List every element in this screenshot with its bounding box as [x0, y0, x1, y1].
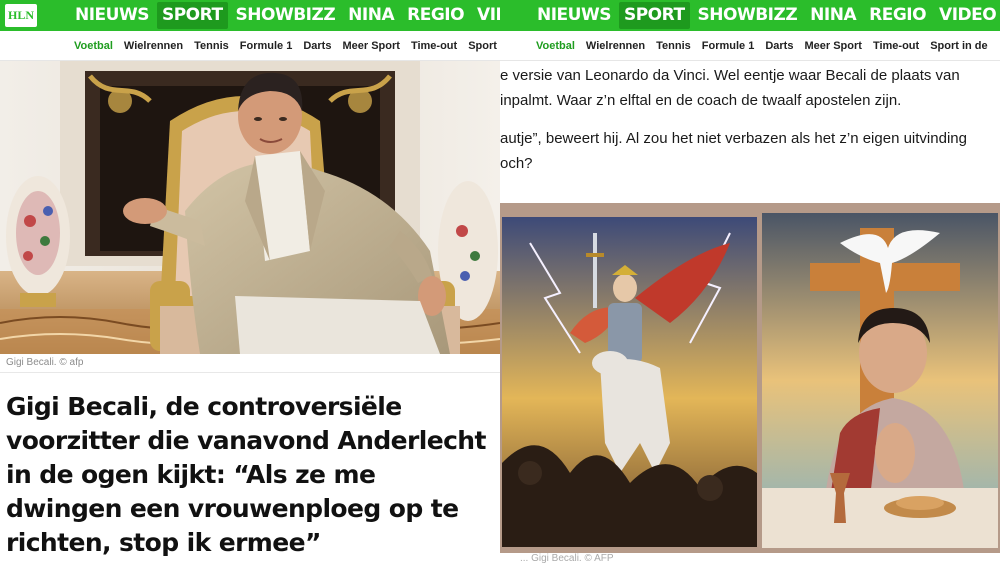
photo-caption: ... Gigi Becali. © AFP: [520, 553, 614, 563]
subnav-item-meer-sport[interactable]: Meer Sport: [804, 40, 861, 52]
subnav-item-formule-1[interactable]: Formule 1: [240, 40, 293, 52]
nav-item-nieuws[interactable]: NIEUWS: [532, 2, 616, 29]
main-nav-items: NIEUWSSPORTSHOWBIZZNINAREGIOVIDEOPUZZELP…: [70, 0, 500, 31]
paintings-photo: [500, 203, 1000, 553]
subnav-item-tennis[interactable]: Tennis: [656, 40, 691, 52]
nav-item-video[interactable]: VIDEO: [934, 2, 1000, 29]
painting-warrior: [502, 217, 757, 547]
left-screenshot-pane: HLN NIEUWSSPORTSHOWBIZZNINAREGIOVIDEOPUZ…: [0, 0, 500, 563]
photo-caption: Gigi Becali. © afp: [6, 357, 84, 368]
nav-item-regio[interactable]: REGIO: [402, 2, 469, 29]
subnav-item-meer-sport[interactable]: Meer Sport: [342, 40, 399, 52]
nav-item-nina[interactable]: NINA: [805, 2, 861, 29]
nav-item-sport[interactable]: SPORT: [156, 2, 228, 29]
article-headline[interactable]: Gigi Becali, de controversiële voorzitte…: [6, 390, 494, 560]
subnav-item-tennis[interactable]: Tennis: [194, 40, 229, 52]
subnav-item-sport-in-de[interactable]: Sport in de: [468, 40, 500, 52]
painting-last-supper: [762, 213, 998, 548]
caption-divider: [0, 372, 500, 373]
subnav-item-voetbal[interactable]: Voetbal: [536, 40, 575, 52]
nav-item-showbizz[interactable]: SHOWBIZZ: [231, 2, 341, 29]
article-line: inpalmt. Waar z’n elftal en de coach de …: [500, 92, 902, 109]
nav-item-sport[interactable]: SPORT: [618, 2, 690, 29]
subnav-item-sport-in-de[interactable]: Sport in de: [930, 40, 987, 52]
subnav-item-darts[interactable]: Darts: [765, 40, 793, 52]
article-line: och?: [500, 155, 533, 172]
top-navigation-bar: HLN NIEUWSSPORTSHOWBIZZNINAREGIOVIDEOPUZ…: [0, 0, 500, 31]
article-line: e versie van Leonardo da Vinci. Wel eent…: [500, 67, 960, 84]
right-screenshot-pane: NIEUWSSPORTSHOWBIZZNINAREGIOVIDEOPUZZEL …: [500, 0, 1000, 563]
nav-item-regio[interactable]: REGIO: [864, 2, 931, 29]
subnav-item-wielrennen[interactable]: Wielrennen: [124, 40, 183, 52]
nav-item-nieuws[interactable]: NIEUWS: [70, 2, 154, 29]
nav-item-video[interactable]: VIDEO: [472, 2, 500, 29]
subnav-item-darts[interactable]: Darts: [303, 40, 331, 52]
top-navigation-bar: NIEUWSSPORTSHOWBIZZNINAREGIOVIDEOPUZZEL: [500, 0, 1000, 31]
subnav-item-voetbal[interactable]: Voetbal: [74, 40, 113, 52]
nav-item-showbizz[interactable]: SHOWBIZZ: [693, 2, 803, 29]
article-line: autje”, beweert hij. Al zou het niet ver…: [500, 130, 967, 147]
sport-subnav: Voetbal Wielrennen Tennis Formule 1 Darts Mee…: [0, 31, 500, 61]
article-body: e versie van Leonardo da Vinci. Wel eent…: [500, 63, 1000, 176]
subnav-item-wielrennen[interactable]: Wielrennen: [586, 40, 645, 52]
subnav-item-time-out[interactable]: Time-out: [411, 40, 457, 52]
main-nav-items: NIEUWSSPORTSHOWBIZZNINAREGIOVIDEOPUZZEL: [532, 0, 1000, 31]
subnav-item-formule-1[interactable]: Formule 1: [702, 40, 755, 52]
becali-photo: [0, 61, 500, 354]
sport-subnav: Voetbal Wielrennen Tennis Formule 1 Darts Mee…: [500, 31, 1000, 61]
hln-logo[interactable]: HLN: [5, 4, 37, 27]
nav-item-nina[interactable]: NINA: [343, 2, 399, 29]
subnav-item-time-out[interactable]: Time-out: [873, 40, 919, 52]
